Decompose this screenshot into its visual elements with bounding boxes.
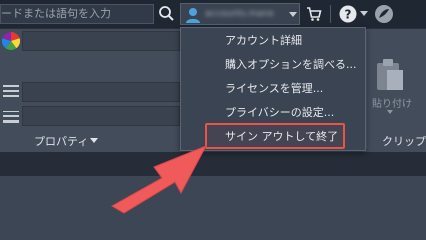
chevron-down-icon[interactable] <box>360 11 368 16</box>
chevron-down-icon[interactable] <box>387 110 393 114</box>
tab-strip <box>0 152 426 176</box>
svg-text:?: ? <box>345 8 352 22</box>
user-icon <box>186 8 200 23</box>
property-linetype-field[interactable] <box>22 82 180 102</box>
paste-icon[interactable] <box>375 58 405 92</box>
ribbon-group-divider <box>366 30 367 148</box>
search-icon[interactable] <box>157 4 177 24</box>
paste-button-label[interactable]: 貼り付け <box>372 95 412 110</box>
account-button[interactable]: accounts.mane <box>180 3 300 25</box>
feather-icon[interactable] <box>374 4 394 24</box>
menu-item-sign-out[interactable]: サイン アウトして終了 <box>225 130 338 144</box>
chevron-down-icon <box>289 12 297 17</box>
help-icon[interactable]: ? <box>339 5 357 23</box>
property-lineweight-field[interactable] <box>22 106 180 126</box>
search-input[interactable]: ードまたは語句を入力 <box>0 4 154 24</box>
color-wheel-icon[interactable] <box>2 32 20 50</box>
chevron-down-icon[interactable] <box>90 138 98 143</box>
cart-icon[interactable] <box>306 6 322 22</box>
menu-item-purchase-options[interactable]: 購入オプションを調べる... <box>225 58 357 72</box>
property-color-field[interactable] <box>22 31 180 51</box>
clipboard-panel-label: クリップボ <box>382 135 426 148</box>
lineweight-icon[interactable] <box>3 110 19 124</box>
account-name: accounts.mane <box>205 9 274 19</box>
linetype-icon[interactable] <box>3 84 19 98</box>
menu-item-manage-licenses[interactable]: ライセンスを管理... <box>225 82 323 96</box>
menu-item-privacy-settings[interactable]: プライバシーの設定... <box>225 106 334 120</box>
toolbar-divider <box>330 5 331 23</box>
menu-item-account-details[interactable]: アカウント詳細 <box>225 34 302 48</box>
drawing-area[interactable] <box>0 176 426 240</box>
top-bar: ードまたは語句を入力 accounts.mane ? <box>0 0 426 28</box>
